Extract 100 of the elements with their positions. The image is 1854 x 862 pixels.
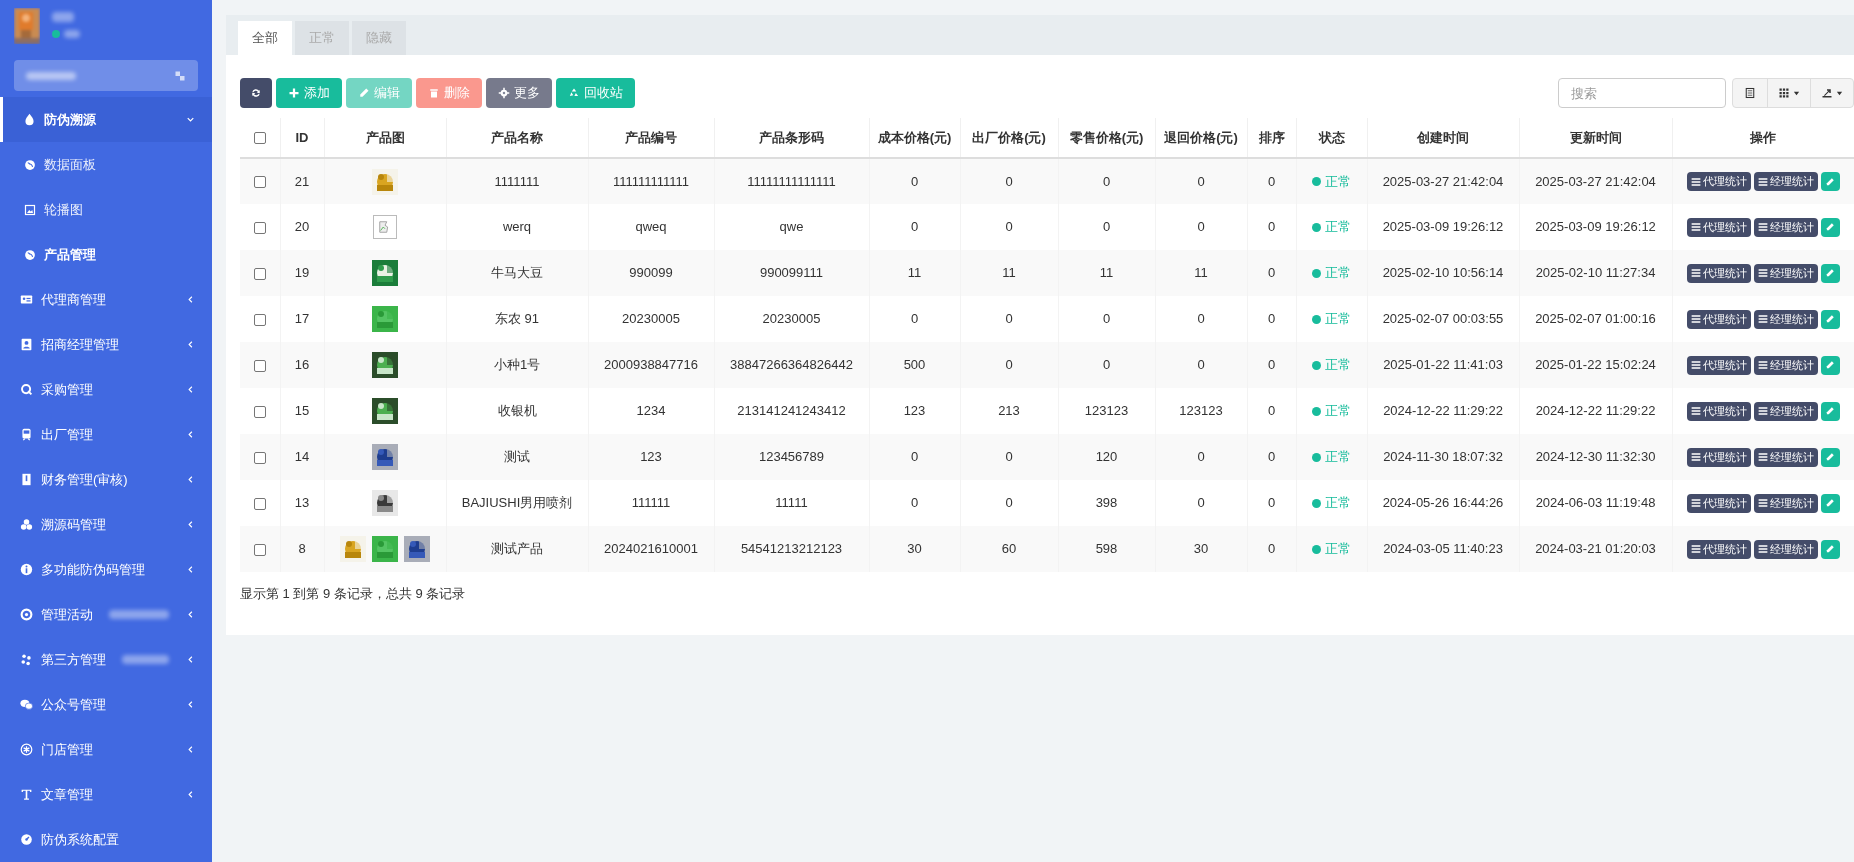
pencil-icon	[1825, 176, 1835, 187]
table-cell: 30	[1155, 526, 1247, 572]
stats-button[interactable]: 经理统计	[1753, 263, 1818, 283]
checkbox[interactable]	[253, 359, 266, 372]
status-label: 正常	[1325, 540, 1351, 559]
list-icon	[1757, 498, 1768, 508]
redacted-status	[64, 30, 80, 38]
stats-button[interactable]: 经理统计	[1753, 493, 1818, 513]
menu-item[interactable]: 公众号管理	[0, 682, 212, 727]
stats-button[interactable]: 代理统计	[1686, 172, 1751, 191]
list-icon	[1690, 544, 1701, 554]
stats-button[interactable]: 代理统计	[1686, 401, 1751, 421]
edit-button[interactable]	[1820, 172, 1840, 191]
table-cell: 54541213212123	[714, 526, 869, 572]
pencil-icon	[1825, 314, 1835, 324]
menu-item[interactable]: 数据面板	[0, 142, 212, 187]
stats-button[interactable]: 代理统计	[1686, 309, 1751, 329]
checkbox[interactable]	[253, 543, 266, 556]
column-header: 成本价格(元)	[869, 118, 960, 158]
menu-item[interactable]: 出厂管理	[0, 412, 212, 457]
tab[interactable]: 全部	[238, 21, 292, 55]
dots-icon	[20, 653, 33, 666]
recycle-icon	[568, 87, 580, 99]
id-card-icon	[20, 293, 33, 306]
stats-button[interactable]: 经理统计	[1753, 172, 1818, 191]
column-header: 创建时间	[1367, 118, 1519, 158]
edit-button[interactable]	[1820, 217, 1840, 237]
plus-icon	[288, 87, 300, 99]
more-button[interactable]: 更多	[486, 78, 552, 108]
refresh-button[interactable]	[240, 78, 272, 108]
table-cell: 30	[869, 526, 960, 572]
list-icon	[1757, 452, 1768, 462]
stats-button[interactable]: 代理统计	[1686, 217, 1751, 237]
list-icon	[1690, 498, 1701, 508]
gear-icon	[498, 87, 510, 99]
stats-button[interactable]: 代理统计	[1686, 539, 1751, 559]
stats-button[interactable]: 代理统计	[1686, 355, 1751, 375]
text-icon	[20, 788, 33, 801]
menu-item[interactable]: 代理商管理	[0, 277, 212, 322]
stats-button[interactable]: 代理统计	[1686, 447, 1751, 467]
caret-icon	[1793, 89, 1800, 97]
checkbox[interactable]	[253, 497, 266, 510]
menu-item[interactable]: 采购管理	[0, 367, 212, 412]
status-label: 正常	[1325, 356, 1351, 375]
stats-button[interactable]: 经理统计	[1753, 539, 1818, 559]
list-icon	[1690, 268, 1701, 278]
pencil-icon	[1825, 360, 1835, 370]
menu-item[interactable]: 多功能防伪码管理	[0, 547, 212, 592]
edit-button[interactable]	[1820, 309, 1840, 329]
table-cell: 598	[1058, 526, 1155, 572]
search-field[interactable]: 搜索	[1558, 78, 1726, 108]
pencil-icon	[1825, 406, 1835, 416]
stats-button[interactable]: 经理统计	[1753, 447, 1818, 467]
list-icon	[1757, 314, 1768, 324]
menu-item[interactable]: 管理活动	[0, 592, 212, 637]
search-field[interactable]	[14, 60, 198, 91]
checkbox[interactable]	[253, 221, 266, 234]
menu-item[interactable]: 文章管理	[0, 772, 212, 817]
stats-button[interactable]: 代理统计	[1686, 493, 1751, 513]
menu-item[interactable]: 防伪系统配置	[0, 817, 212, 862]
pencil-icon	[1825, 544, 1835, 554]
column-header: 产品名称	[446, 118, 588, 158]
stats-button[interactable]: 经理统计	[1753, 355, 1818, 375]
stats-button[interactable]: 代理统计	[1686, 263, 1751, 283]
list-icon	[1757, 268, 1768, 278]
edit-button[interactable]	[1820, 447, 1840, 467]
magnifier-icon	[20, 383, 33, 396]
table-cell: 2024-03-21 01:20:03	[1519, 526, 1672, 572]
menu-item[interactable]: 财务管理(审核)	[0, 457, 212, 502]
stats-button[interactable]: 经理统计	[1753, 309, 1818, 329]
table-cell: 0	[1247, 526, 1296, 572]
menu-item[interactable]: 门店管理	[0, 727, 212, 772]
checkbox[interactable]	[253, 405, 266, 418]
status-label: 正常	[1325, 494, 1351, 513]
menu-item[interactable]: 产品管理	[0, 232, 212, 277]
checkbox[interactable]	[253, 313, 266, 326]
column-header: 产品条形码	[714, 118, 869, 158]
menu-item[interactable]: 轮播图	[0, 187, 212, 232]
list-icon	[1690, 222, 1701, 232]
edit-button[interactable]	[1820, 539, 1840, 559]
grid-icon	[1778, 87, 1790, 99]
refresh-icon	[250, 87, 262, 99]
menu-item[interactable]: 防伪溯源	[0, 97, 212, 142]
checkbox[interactable]	[253, 132, 266, 145]
menu-item[interactable]: 溯源码管理	[0, 502, 212, 547]
checkbox[interactable]	[253, 176, 266, 189]
broken-image-icon	[373, 215, 397, 239]
edit-button[interactable]	[1820, 263, 1840, 283]
menu-item[interactable]: 第三方管理	[0, 637, 212, 682]
checkbox[interactable]	[253, 451, 266, 464]
edit-button[interactable]	[1820, 401, 1840, 421]
stats-button[interactable]: 经理统计	[1753, 217, 1818, 237]
pencil-icon	[1825, 498, 1835, 508]
menu-item[interactable]: 招商经理管理	[0, 322, 212, 367]
trash-icon	[428, 87, 440, 99]
edit-button[interactable]	[1820, 355, 1840, 375]
edit-button[interactable]	[1820, 493, 1840, 513]
column-header: 退回价格(元)	[1155, 118, 1247, 158]
stats-button[interactable]: 经理统计	[1753, 401, 1818, 421]
checkbox[interactable]	[253, 267, 266, 280]
